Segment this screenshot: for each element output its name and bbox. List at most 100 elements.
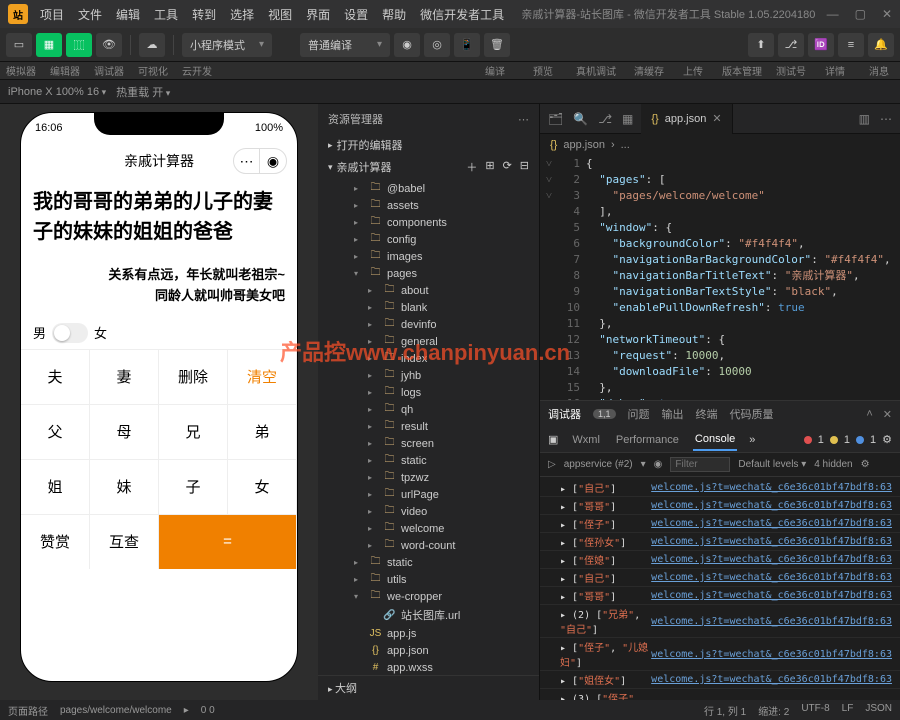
message-button[interactable]: 🔔: [868, 33, 894, 57]
file-app.wxss[interactable]: #app.wxss: [318, 659, 539, 675]
console-gear-icon[interactable]: ⚙: [861, 459, 870, 470]
console-context[interactable]: appservice (#2): [564, 459, 633, 470]
upload-button[interactable]: ⬆: [748, 33, 774, 57]
gender-toggle[interactable]: [52, 323, 88, 343]
file-app.json[interactable]: {}app.json: [318, 642, 539, 659]
status-行 1, 列 1[interactable]: 行 1, 列 1: [704, 703, 746, 718]
file-qh[interactable]: ▸🗀qh: [318, 401, 539, 418]
panel-close-icon[interactable]: ✕: [883, 408, 892, 421]
split-icon[interactable]: ▥: [859, 112, 870, 126]
preview-button[interactable]: ◎: [424, 33, 450, 57]
tab-app-json[interactable]: {} app.json ✕: [641, 104, 732, 134]
key-弟[interactable]: 弟: [228, 404, 297, 459]
console-eye-icon[interactable]: ◉: [654, 459, 663, 470]
cache-indicator[interactable]: 0 0: [201, 705, 215, 716]
file-logs[interactable]: ▸🗀logs: [318, 384, 539, 401]
menu-转到[interactable]: 转到: [186, 2, 222, 27]
simulator-toggle[interactable]: ▭: [6, 33, 32, 57]
debugger-toggle[interactable]: ⿲: [66, 33, 92, 57]
ext-icon[interactable]: ▦: [622, 112, 633, 126]
file-welcome[interactable]: ▸🗀welcome: [318, 520, 539, 537]
panel-输出[interactable]: 输出: [662, 406, 684, 422]
file-screen[interactable]: ▸🗀screen: [318, 435, 539, 452]
file-站长图库.url[interactable]: 🔗站长图库.url: [318, 605, 539, 625]
file-result[interactable]: ▸🗀result: [318, 418, 539, 435]
file-about[interactable]: ▸🗀about: [318, 282, 539, 299]
project-section[interactable]: 亲戚计算器 ＋ ⊞ ⟳ ⊟: [318, 156, 539, 178]
version-button[interactable]: ⎇: [778, 33, 804, 57]
refresh-icon[interactable]: ⟳: [503, 159, 512, 175]
file-video[interactable]: ▸🗀video: [318, 503, 539, 520]
status-JSON[interactable]: JSON: [865, 703, 892, 718]
file-blank[interactable]: ▸🗀blank: [318, 299, 539, 316]
key-互查[interactable]: 互查: [90, 514, 159, 569]
tab-more-icon[interactable]: »: [749, 434, 755, 446]
tab-close-icon[interactable]: ✕: [712, 112, 721, 125]
key-删除[interactable]: 删除: [159, 349, 228, 404]
menu-工具[interactable]: 工具: [148, 2, 184, 27]
collapse-icon[interactable]: ⊟: [520, 159, 529, 175]
menu-界面[interactable]: 界面: [300, 2, 336, 27]
key-女[interactable]: 女: [228, 459, 297, 514]
clear-cache-button[interactable]: 🗑: [484, 33, 510, 57]
mode-select[interactable]: 小程序模式: [182, 33, 272, 57]
key-姐[interactable]: 姐: [21, 459, 90, 514]
open-editors-section[interactable]: 打开的编辑器: [318, 134, 539, 156]
file-app.js[interactable]: JSapp.js: [318, 625, 539, 642]
file-tpzwz[interactable]: ▸🗀tpzwz: [318, 469, 539, 486]
inspect-icon[interactable]: ▣: [548, 433, 558, 446]
key-清空[interactable]: 清空: [228, 349, 297, 404]
console-hidden[interactable]: 4 hidden: [814, 459, 852, 470]
file-@babel[interactable]: ▸🗀@babel: [318, 180, 539, 197]
file-urlPage[interactable]: ▸🗀urlPage: [318, 486, 539, 503]
file-assets[interactable]: ▸🗀assets: [318, 197, 539, 214]
key-赞赏[interactable]: 赞赏: [21, 514, 90, 569]
panel-代码质量[interactable]: 代码质量: [730, 406, 774, 422]
file-index[interactable]: ▸🗀index: [318, 350, 539, 367]
compile-select[interactable]: 普通编译: [300, 33, 390, 57]
new-folder-icon[interactable]: ⊞: [485, 159, 494, 175]
key-=[interactable]: =: [159, 514, 297, 569]
menu-微信开发者工具[interactable]: 微信开发者工具: [414, 2, 510, 27]
key-父[interactable]: 父: [21, 404, 90, 459]
file-static[interactable]: ▸🗀static: [318, 554, 539, 571]
console-play-icon[interactable]: ▷: [548, 459, 556, 470]
file-images[interactable]: ▸🗀images: [318, 248, 539, 265]
reload-select[interactable]: 热重载 开: [116, 84, 170, 100]
editor-toggle[interactable]: ▦: [36, 33, 62, 57]
explorer-more-icon[interactable]: ⋯: [518, 113, 529, 126]
panel-问题[interactable]: 问题: [628, 406, 650, 422]
visual-toggle[interactable]: 👁: [96, 33, 122, 57]
panel-终端[interactable]: 终端: [696, 406, 718, 422]
key-夫[interactable]: 夫: [21, 349, 90, 404]
minimize-icon[interactable]: —: [827, 7, 839, 21]
menu-选择[interactable]: 选择: [224, 2, 260, 27]
settings-icon[interactable]: ⚙: [882, 433, 892, 446]
menu-项目[interactable]: 项目: [34, 2, 70, 27]
capsule-close-icon[interactable]: ◉: [260, 149, 286, 173]
new-file-icon[interactable]: ＋: [466, 159, 477, 175]
menu-文件[interactable]: 文件: [72, 2, 108, 27]
tab-console[interactable]: Console: [693, 429, 737, 451]
page-path[interactable]: pages/welcome/welcome: [60, 705, 172, 716]
file-devinfo[interactable]: ▸🗀devinfo: [318, 316, 539, 333]
menu-设置[interactable]: 设置: [338, 2, 374, 27]
console-levels[interactable]: Default levels ▾: [738, 459, 806, 470]
key-妻[interactable]: 妻: [90, 349, 159, 404]
git-icon[interactable]: ⎇: [598, 112, 612, 126]
file-general[interactable]: ▸🗀general: [318, 333, 539, 350]
key-妹[interactable]: 妹: [90, 459, 159, 514]
tab-wxml[interactable]: Wxml: [570, 430, 602, 450]
device-select[interactable]: iPhone X 100% 16: [8, 86, 106, 98]
status-缩进: 2[interactable]: 缩进: 2: [758, 703, 789, 718]
menu-帮助[interactable]: 帮助: [376, 2, 412, 27]
more-icon[interactable]: ⋯: [880, 112, 892, 126]
key-子[interactable]: 子: [159, 459, 228, 514]
maximize-icon[interactable]: ▢: [855, 7, 866, 21]
key-兄[interactable]: 兄: [159, 404, 228, 459]
file-components[interactable]: ▸🗀components: [318, 214, 539, 231]
file-utils[interactable]: ▸🗀utils: [318, 571, 539, 588]
code-editor[interactable]: ˅ ˅ ˅ 1234567891011121314151617 { "pages…: [540, 156, 900, 400]
console-output[interactable]: ▸ ["自己"]welcome.js?t=wechat&_c6e36c01bf4…: [540, 477, 900, 700]
panel-up-icon[interactable]: ˄: [866, 408, 872, 421]
